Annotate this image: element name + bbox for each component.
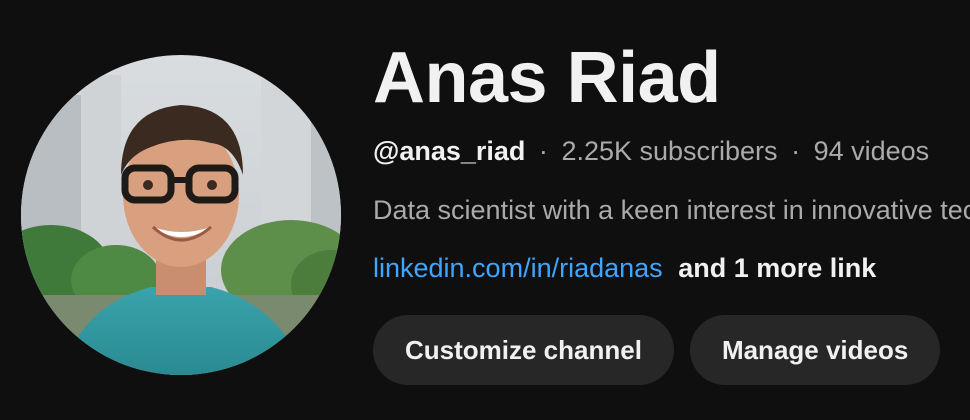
channel-info: Anas Riad @anas_riad · 2.25K subscribers… (373, 40, 970, 285)
linkedin-link[interactable]: linkedin.com/in/riadanas (373, 253, 663, 283)
avatar-photo (21, 55, 341, 375)
channel-avatar[interactable] (21, 55, 341, 375)
channel-handle: @anas_riad (373, 136, 526, 166)
channel-links: linkedin.com/in/riadanas and 1 more link (373, 251, 970, 285)
manage-videos-button[interactable]: Manage videos (689, 315, 941, 385)
video-count: 94 videos (813, 136, 930, 166)
customize-channel-button[interactable]: Customize channel (373, 315, 674, 385)
channel-description[interactable]: Data scientist with a keen interest in i… (373, 193, 970, 227)
meta-separator: · (791, 136, 801, 166)
more-links-button[interactable]: and 1 more link (678, 253, 876, 283)
channel-actions: Customize channel Manage videos (373, 315, 941, 385)
channel-name: Anas Riad (373, 38, 721, 118)
channel-header: Anas Riad @anas_riad · 2.25K subscribers… (0, 0, 970, 420)
meta-separator: · (538, 136, 548, 166)
channel-meta: @anas_riad · 2.25K subscribers · 94 vide… (373, 134, 970, 168)
subscriber-count: 2.25K subscribers (561, 136, 778, 166)
